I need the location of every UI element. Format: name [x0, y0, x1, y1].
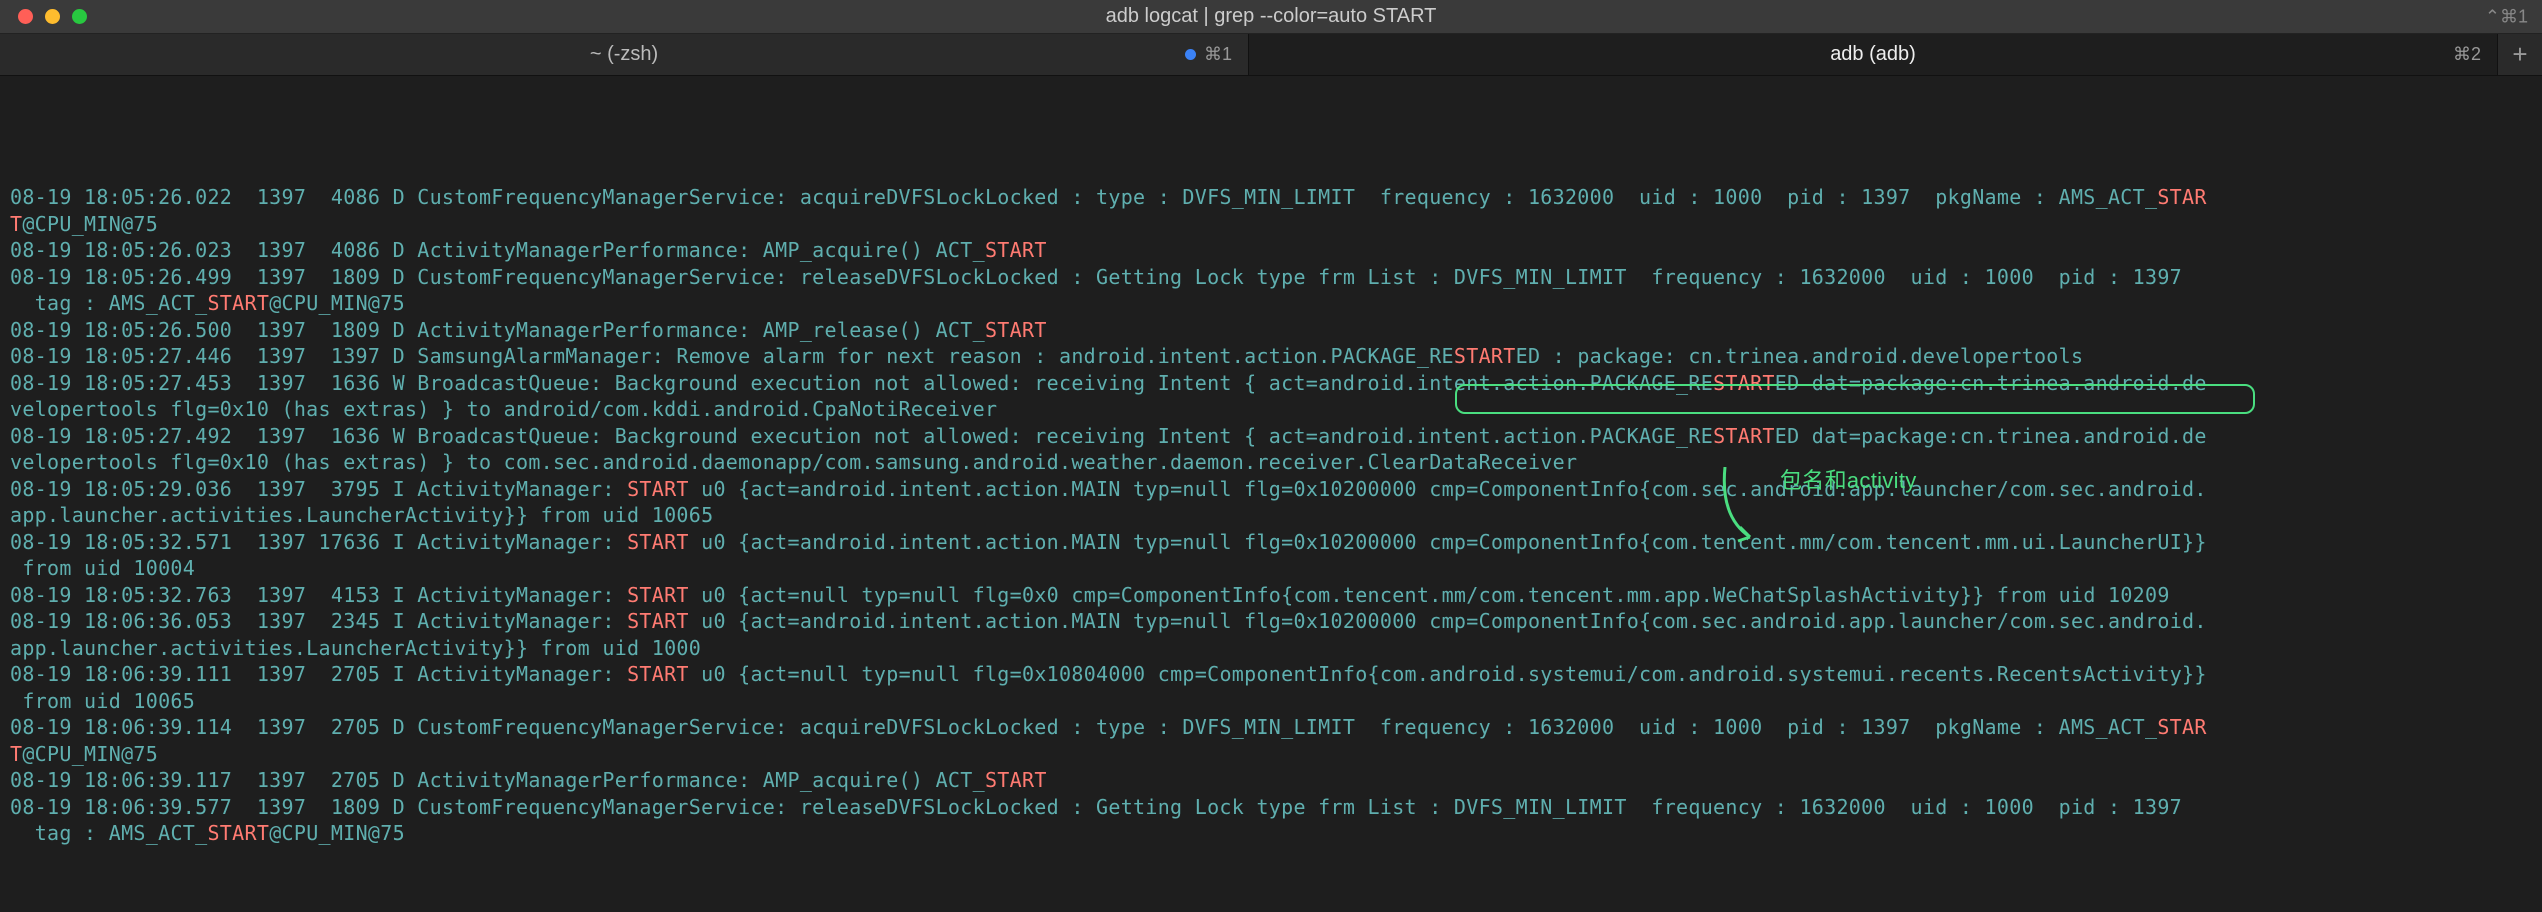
- log-line: 08-19 18:05:26.499 1397 1809 D CustomFre…: [10, 264, 2532, 291]
- tab-adb[interactable]: adb (adb) ⌘2: [1249, 34, 2498, 75]
- log-line: T@CPU_MIN@75: [10, 211, 2532, 238]
- activity-dot-icon: [1185, 49, 1196, 60]
- tab-shortcut: ⌘1: [1185, 44, 1232, 65]
- log-line: app.launcher.activities.LauncherActivity…: [10, 635, 2532, 662]
- log-line: 08-19 18:05:27.453 1397 1636 W Broadcast…: [10, 370, 2532, 397]
- log-line: 08-19 18:06:39.577 1397 1809 D CustomFre…: [10, 794, 2532, 821]
- minimize-icon[interactable]: [45, 9, 60, 24]
- tab-label: adb (adb): [1830, 43, 1916, 66]
- log-line: 08-19 18:06:36.053 1397 2345 I ActivityM…: [10, 608, 2532, 635]
- log-line: 08-19 18:05:29.036 1397 3795 I ActivityM…: [10, 476, 2532, 503]
- log-line: 08-19 18:05:32.571 1397 17636 I Activity…: [10, 529, 2532, 556]
- log-line: from uid 10004: [10, 555, 2532, 582]
- log-line: tag : AMS_ACT_START@CPU_MIN@75: [10, 290, 2532, 317]
- tab-shortcut: ⌘2: [2453, 44, 2481, 65]
- log-line: 08-19 18:06:39.114 1397 2705 D CustomFre…: [10, 714, 2532, 741]
- log-line: 08-19 18:05:26.500 1397 1809 D ActivityM…: [10, 317, 2532, 344]
- tab-label: ~ (-zsh): [590, 43, 658, 66]
- log-line: 08-19 18:05:26.022 1397 4086 D CustomFre…: [10, 184, 2532, 211]
- log-line: 08-19 18:06:39.111 1397 2705 I ActivityM…: [10, 661, 2532, 688]
- log-line: 08-19 18:05:26.023 1397 4086 D ActivityM…: [10, 237, 2532, 264]
- log-line: 08-19 18:06:39.117 1397 2705 D ActivityM…: [10, 767, 2532, 794]
- log-line: 08-19 18:05:27.492 1397 1636 W Broadcast…: [10, 423, 2532, 450]
- zoom-icon[interactable]: [72, 9, 87, 24]
- log-line: from uid 10065: [10, 688, 2532, 715]
- tab-zsh[interactable]: ~ (-zsh) ⌘1: [0, 34, 1249, 75]
- titlebar: adb logcat | grep --color=auto START ⌃⌘1: [0, 0, 2542, 34]
- terminal-output[interactable]: 包名和activity 08-19 18:05:26.022 1397 4086…: [0, 76, 2542, 851]
- traffic-lights: [0, 9, 87, 24]
- window-shortcut-hint: ⌃⌘1: [2485, 6, 2528, 27]
- log-line: 08-19 18:05:32.763 1397 4153 I ActivityM…: [10, 582, 2532, 609]
- log-line: tag : AMS_ACT_START@CPU_MIN@75: [10, 820, 2532, 847]
- add-tab-button[interactable]: +: [2498, 34, 2542, 75]
- log-line: 08-19 18:05:27.446 1397 1397 D SamsungAl…: [10, 343, 2532, 370]
- close-icon[interactable]: [18, 9, 33, 24]
- log-line: app.launcher.activities.LauncherActivity…: [10, 502, 2532, 529]
- log-line: T@CPU_MIN@75: [10, 741, 2532, 768]
- log-line: velopertools flg=0x10 (has extras) } to …: [10, 449, 2532, 476]
- tab-bar: ~ (-zsh) ⌘1 adb (adb) ⌘2 +: [0, 34, 2542, 76]
- log-line: velopertools flg=0x10 (has extras) } to …: [10, 396, 2532, 423]
- window-title: adb logcat | grep --color=auto START: [1106, 5, 1437, 28]
